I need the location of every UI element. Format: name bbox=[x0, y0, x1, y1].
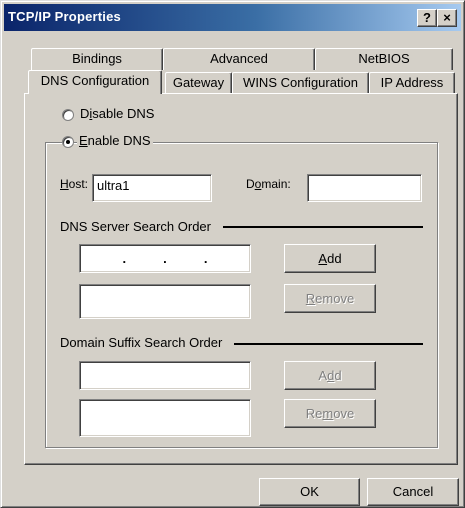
enable-dns-label[interactable]: Enable DNS bbox=[77, 133, 153, 148]
dns-server-remove-button[interactable]: Remove bbox=[284, 284, 376, 313]
tab-label: Gateway bbox=[172, 75, 225, 90]
dns-server-list[interactable] bbox=[79, 284, 251, 319]
title-bar[interactable]: TCP/IP Properties ? × bbox=[4, 4, 461, 31]
host-label: Host: bbox=[60, 177, 89, 191]
disable-dns-label[interactable]: Disable DNS bbox=[80, 106, 154, 121]
domain-suffix-remove-button[interactable]: Remove bbox=[284, 399, 376, 428]
tab-label: WINS Configuration bbox=[243, 75, 358, 90]
host-value: ultra1 bbox=[97, 178, 130, 193]
domain-suffix-add-button[interactable]: Add bbox=[284, 361, 376, 390]
tab-label: DNS Configuration bbox=[40, 73, 150, 88]
tab-ip-address[interactable]: IP Address bbox=[369, 72, 455, 94]
disable-dns-radio[interactable] bbox=[62, 109, 74, 121]
close-button[interactable]: × bbox=[437, 9, 457, 27]
radio-selected-dot bbox=[66, 140, 70, 144]
dns-server-ip-field[interactable]: . . . bbox=[79, 244, 251, 273]
tab-advanced[interactable]: Advanced bbox=[163, 48, 315, 70]
domain-suffix-search-order-heading: Domain Suffix Search Order bbox=[60, 335, 223, 350]
ip-dot: . bbox=[163, 251, 167, 266]
help-button[interactable]: ? bbox=[417, 9, 437, 27]
host-field[interactable]: ultra1 bbox=[92, 174, 212, 202]
dns-server-add-button[interactable]: Add bbox=[284, 244, 376, 273]
tab-label: Bindings bbox=[72, 51, 122, 66]
tab-label: IP Address bbox=[380, 75, 444, 90]
tab-gateway[interactable]: Gateway bbox=[165, 72, 232, 94]
close-icon: × bbox=[443, 10, 451, 25]
tcpip-properties-dialog: TCP/IP Properties ? × Bindings Advanced … bbox=[0, 0, 465, 508]
domain-label: Domain: bbox=[246, 177, 291, 191]
dialog-title: TCP/IP Properties bbox=[8, 9, 121, 24]
tab-label: Advanced bbox=[210, 51, 268, 66]
domain-field[interactable] bbox=[307, 174, 422, 202]
tab-label: NetBIOS bbox=[358, 51, 410, 66]
domain-suffix-list[interactable] bbox=[79, 399, 251, 437]
help-icon: ? bbox=[423, 10, 431, 25]
ok-button[interactable]: OK bbox=[259, 478, 360, 506]
ip-dot: . bbox=[122, 251, 127, 266]
tab-netbios[interactable]: NetBIOS bbox=[315, 48, 453, 70]
dns-server-search-order-heading: DNS Server Search Order bbox=[60, 219, 211, 234]
dns-server-separator bbox=[223, 226, 423, 228]
domain-suffix-field[interactable] bbox=[79, 361, 251, 390]
domain-suffix-separator bbox=[234, 343, 423, 345]
enable-dns-radio[interactable] bbox=[62, 136, 74, 148]
ip-dot: . bbox=[203, 251, 208, 266]
tab-wins-configuration[interactable]: WINS Configuration bbox=[232, 72, 369, 94]
tab-bindings[interactable]: Bindings bbox=[31, 48, 163, 70]
cancel-button[interactable]: Cancel bbox=[367, 478, 459, 506]
tab-dns-configuration[interactable]: DNS Configuration bbox=[28, 70, 162, 94]
